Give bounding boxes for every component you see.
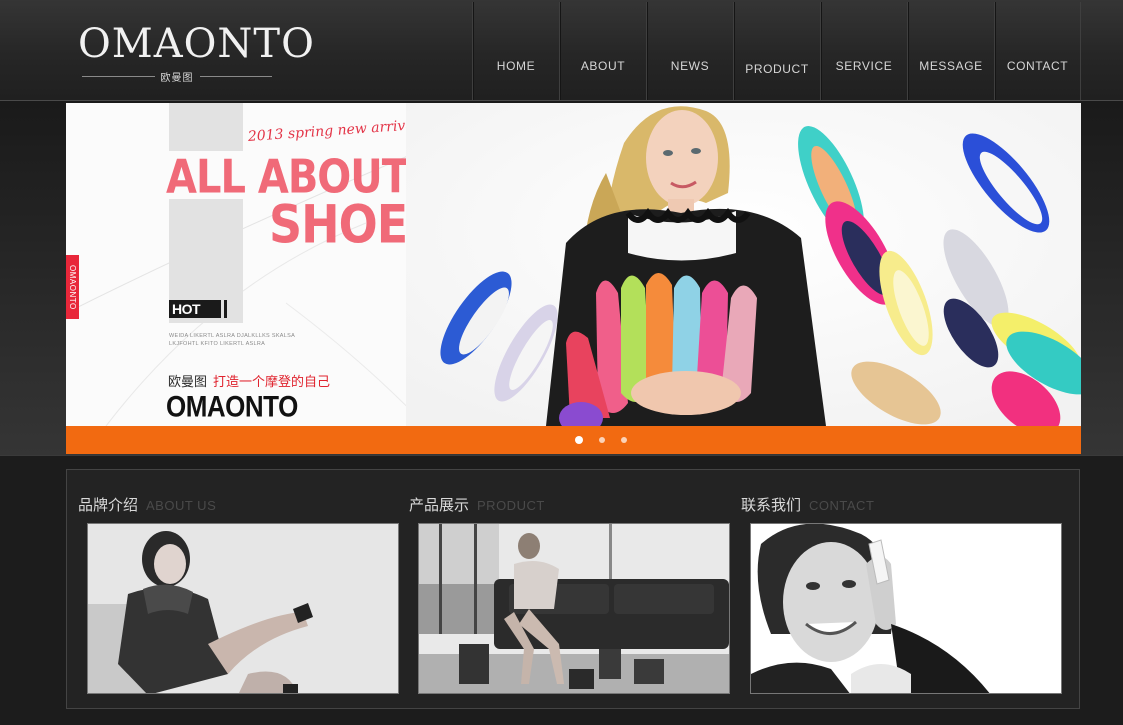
brand-photo[interactable] — [87, 523, 399, 694]
model-with-shoes-image — [406, 103, 1081, 426]
section-heading[interactable]: 品牌介绍 ABOUT US — [78, 494, 216, 515]
slogan-text: 打造一个摩登的自己 — [213, 374, 331, 389]
main-nav: HOME ABOUT NEWS PRODUCT SERVICE MESSAGE … — [472, 2, 1081, 100]
slider-dot-3[interactable] — [621, 437, 627, 443]
nav-item-product[interactable]: PRODUCT — [733, 2, 820, 100]
banner-slogan: 欧曼图 打造一个摩登的自己 — [168, 371, 330, 390]
nav-label: PRODUCT — [745, 62, 809, 76]
section-heading-en: ABOUT US — [146, 498, 217, 513]
hero-banner[interactable]: OMAONTO 2013 spring new arrivals ALL ABO… — [66, 103, 1081, 426]
nav-label: HOME — [496, 59, 536, 73]
section-about: 品牌介绍 ABOUT US — [67, 470, 399, 710]
product-photo[interactable] — [418, 523, 730, 694]
nav-label: MESSAGE — [919, 59, 983, 73]
section-heading-en: PRODUCT — [477, 498, 545, 513]
section-heading[interactable]: 联系我们 CONTACT — [741, 494, 874, 515]
section-heading[interactable]: 产品展示 PRODUCT — [409, 494, 545, 515]
site-header: OMAONTO 欧曼图 HOME ABOUT NEWS PRODUCT SERV… — [0, 0, 1123, 101]
nav-item-home[interactable]: HOME — [472, 2, 559, 100]
banner-caption: WEIDA LIKERTL ASLRA DJALKLLKS SKALSA LKJ… — [169, 333, 295, 347]
grey-accent-block-top — [169, 103, 243, 151]
site-logo[interactable]: OMAONTO 欧曼图 — [78, 21, 315, 84]
nav-item-contact[interactable]: CONTACT — [994, 2, 1081, 100]
section-product: 产品展示 PRODUCT — [398, 470, 730, 710]
contact-photo[interactable] — [750, 523, 1062, 694]
slider-dot-1[interactable] — [575, 436, 583, 444]
content-panel: 品牌介绍 ABOUT US 产品展示 PRODUCT 联系我们 CONTACT — [66, 469, 1080, 709]
nav-label: CONTACT — [1006, 59, 1069, 73]
slogan-brand: 欧曼图 — [168, 374, 208, 389]
hot-badge: HOT — [169, 300, 227, 318]
section-heading-en: CONTACT — [809, 498, 875, 513]
section-contact: 联系我们 CONTACT — [730, 470, 1062, 710]
section-heading-cn: 品牌介绍 — [78, 497, 139, 514]
nav-item-service[interactable]: SERVICE — [820, 2, 907, 100]
nav-label: NEWS — [670, 59, 710, 73]
nav-item-message[interactable]: MESSAGE — [907, 2, 994, 100]
section-heading-cn: 联系我们 — [741, 497, 802, 514]
slider-dot-2[interactable] — [599, 437, 605, 443]
banner-brand-wordmark: OMAONTO — [166, 389, 298, 424]
section-heading-cn: 产品展示 — [409, 497, 470, 514]
logo-subtitle: 欧曼图 — [82, 70, 272, 84]
nav-label: SERVICE — [835, 59, 893, 73]
side-brand-tab[interactable]: OMAONTO — [66, 255, 79, 319]
nav-item-news[interactable]: NEWS — [646, 2, 733, 100]
slider-bar — [66, 426, 1081, 454]
logo-subtitle-text: 欧曼图 — [160, 72, 194, 84]
nav-label: ABOUT — [580, 59, 626, 73]
logo-brand-text: OMAONTO — [78, 21, 315, 67]
side-tab-text: OMAONTO — [68, 264, 77, 310]
nav-item-about[interactable]: ABOUT — [559, 2, 646, 100]
slider-dots — [575, 436, 627, 444]
